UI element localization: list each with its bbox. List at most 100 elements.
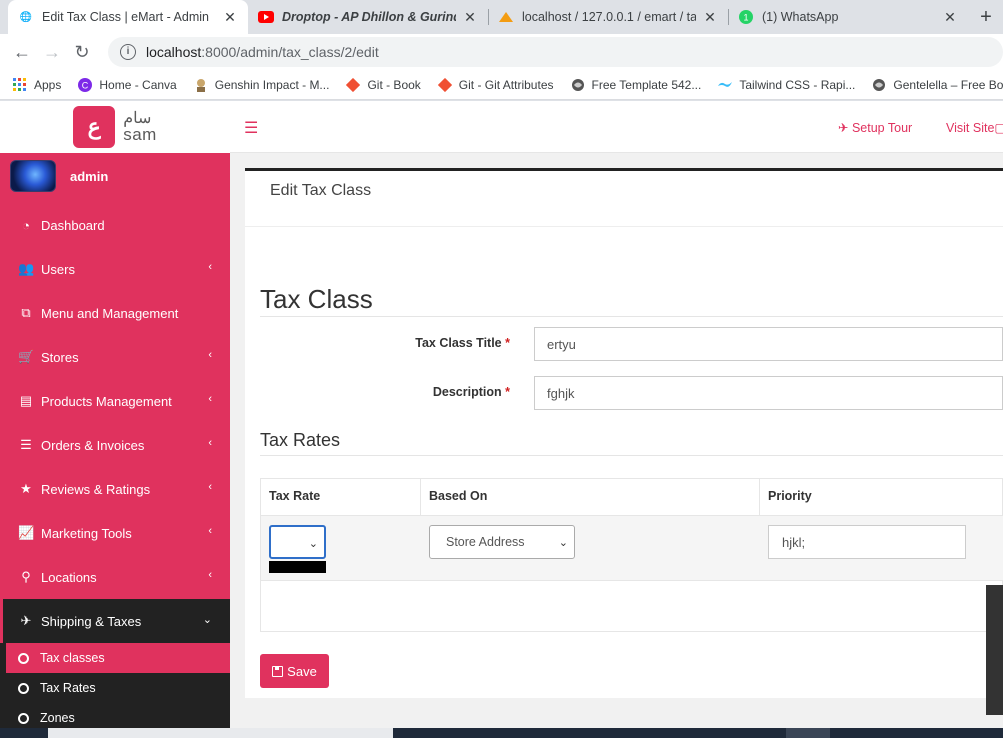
sidebar-item-users[interactable]: 👥 Users ‹ (0, 247, 230, 291)
sidebar-subitem-tax-classes[interactable]: Tax classes (6, 643, 230, 673)
bookmark-free-template[interactable]: Free Template 542... (570, 77, 701, 93)
setup-tour-link[interactable]: ✈ Setup Tour (838, 120, 912, 135)
svg-text:1: 1 (743, 13, 748, 23)
brand-logo[interactable]: ع سام sam (0, 101, 230, 153)
products-icon: ▤ (19, 393, 33, 408)
back-arrow-icon[interactable]: ← (7, 42, 37, 63)
tax-class-title-input[interactable] (534, 327, 1003, 361)
logo-latin: sam (123, 125, 157, 144)
sidebar-item-reviews[interactable]: ★ Reviews & Ratings ‹ (0, 467, 230, 511)
circle-icon (18, 652, 29, 664)
git-icon (345, 77, 361, 93)
sidebar-item-label: Users (41, 261, 75, 277)
chevron-left-icon: ‹ (208, 349, 212, 361)
sidebar-item-marketing[interactable]: 📈 Marketing Tools ‹ (0, 511, 230, 555)
based-on-select[interactable]: Store Address ⌄ (429, 525, 575, 559)
sidebar-subitem-zones[interactable]: Zones (0, 703, 230, 728)
admin-app: ع سام sam admin ◔ Dashboard 👥 Users ‹ ⧉ … (0, 101, 1003, 728)
bookmark-label: Genshin Impact - M... (214, 77, 330, 92)
divider (260, 455, 1003, 456)
bookmark-label: Git - Book (367, 77, 421, 92)
external-link-icon: ▢ (994, 121, 1003, 135)
chevron-down-icon: ⌄ (558, 537, 568, 549)
users-icon: 👥 (18, 261, 35, 276)
taskbar-search[interactable] (48, 728, 393, 738)
chevron-down-icon: ⌄ (202, 614, 212, 626)
tax-rate-select[interactable]: ⌄ (269, 525, 326, 559)
bookmark-label: Home - Canva (99, 77, 177, 92)
chevron-left-icon: ‹ (208, 481, 212, 493)
sidebar-item-label: Menu and Management (41, 305, 179, 321)
logo-mark: ع (73, 106, 116, 148)
bookmark-git-book[interactable]: Git - Book (345, 77, 421, 93)
canva-icon: C (77, 77, 93, 93)
avatar[interactable] (10, 160, 56, 192)
dashboard-icon: ◔ (22, 217, 30, 233)
browser-tab-active[interactable]: 🌐 Edit Tax Class | eMart - Admin ✕ (8, 0, 248, 34)
column-header-priority: Priority (768, 489, 812, 503)
bookmark-canva[interactable]: C Home - Canva (77, 77, 177, 93)
orders-icon: ☰ (20, 437, 32, 452)
sidebar-item-orders[interactable]: ☰ Orders & Invoices ‹ (0, 423, 230, 467)
plane-icon: ✈ (838, 121, 849, 135)
close-icon[interactable]: ✕ (462, 9, 478, 26)
bookmark-label: Gentelella – Free Bo (893, 77, 1003, 92)
save-button[interactable]: Save (260, 654, 329, 688)
address-bar[interactable]: i localhost:8000/admin/tax_class/2/edit (108, 37, 1003, 67)
plane-icon: ✈ (20, 613, 32, 628)
sidebar-subitem-tax-rates[interactable]: Tax Rates (0, 673, 230, 703)
chevron-left-icon: ‹ (208, 393, 212, 405)
sidebar-item-shipping-taxes[interactable]: ✈ Shipping & Taxes ⌄ (0, 599, 230, 643)
close-icon[interactable]: ✕ (222, 9, 238, 26)
required-mark: * (505, 336, 510, 350)
visit-site-link[interactable]: Visit Site▢ (946, 120, 1003, 135)
edit-tax-class-card: Edit Tax Class Tax Class Tax Class Title… (245, 168, 1003, 698)
close-icon[interactable]: ✕ (942, 9, 958, 26)
new-tab-icon[interactable]: + (974, 5, 998, 29)
apps-grid-icon (12, 77, 28, 93)
bookmark-label: Apps (34, 77, 62, 92)
select-dropdown-list[interactable] (269, 561, 326, 573)
sidebar-subitem-label: Zones (40, 711, 75, 725)
tab-title: (1) WhatsApp (762, 10, 839, 24)
sidebar-subitem-label: Tax Rates (40, 681, 96, 695)
close-icon[interactable]: ✕ (702, 9, 718, 26)
bookmark-git-attributes[interactable]: Git - Git Attributes (437, 77, 554, 93)
tab-title: Edit Tax Class | eMart - Admin (42, 10, 209, 24)
location-icon: ⚲ (21, 569, 31, 584)
sidebar-item-dashboard[interactable]: ◔ Dashboard (0, 203, 230, 247)
sidebar-item-menu-management[interactable]: ⧉ Menu and Management (0, 291, 230, 335)
bookmark-gentelella[interactable]: Gentelella – Free Bo (871, 77, 1003, 93)
sidebar-item-stores[interactable]: 🛒 Stores ‹ (0, 335, 230, 379)
sidebar-submenu: Tax classes Tax Rates Zones (0, 643, 230, 728)
sidebar-item-label: Dashboard (41, 217, 105, 233)
column-header-based-on: Based On (421, 479, 760, 515)
sidebar-item-label: Reviews & Ratings (41, 481, 151, 497)
browser-tab[interactable]: 1 (1) WhatsApp ✕ (728, 0, 968, 34)
save-label: Save (287, 663, 317, 679)
bookmark-tailwind[interactable]: Tailwind CSS - Rapi... (717, 77, 855, 93)
sidebar-item-label: Marketing Tools (41, 525, 132, 541)
save-icon (272, 665, 284, 677)
forward-arrow-icon[interactable]: → (37, 42, 67, 63)
info-icon[interactable]: i (120, 44, 136, 60)
sidebar-item-label: Locations (41, 569, 97, 585)
scrollbar-thumb[interactable] (986, 585, 1003, 715)
sidebar-item-products[interactable]: ▤ Products Management ‹ (0, 379, 230, 423)
youtube-icon (258, 9, 274, 25)
whatsapp-icon: 1 (738, 9, 754, 25)
browser-tab[interactable]: localhost / 127.0.0.1 / emart / tax ✕ (488, 0, 728, 34)
bookmark-apps[interactable]: Apps (12, 77, 61, 93)
hamburger-menu-icon[interactable]: ☰ (244, 118, 258, 138)
taskbar-app[interactable] (786, 728, 830, 738)
user-name: admin (70, 168, 109, 184)
sidebar-item-locations[interactable]: ⚲ Locations ‹ (0, 555, 230, 599)
priority-input[interactable] (768, 525, 966, 559)
description-input[interactable] (534, 376, 1003, 410)
tailwind-icon (717, 77, 733, 93)
bookmark-genshin[interactable]: Genshin Impact - M... (193, 77, 330, 93)
reload-icon[interactable]: ↻ (67, 42, 97, 63)
card-header: Edit Tax Class (245, 171, 1003, 227)
browser-tab[interactable]: Droptop - AP Dhillon & Gurinder ✕ (248, 0, 488, 34)
setup-tour-label: Setup Tour (851, 121, 913, 135)
